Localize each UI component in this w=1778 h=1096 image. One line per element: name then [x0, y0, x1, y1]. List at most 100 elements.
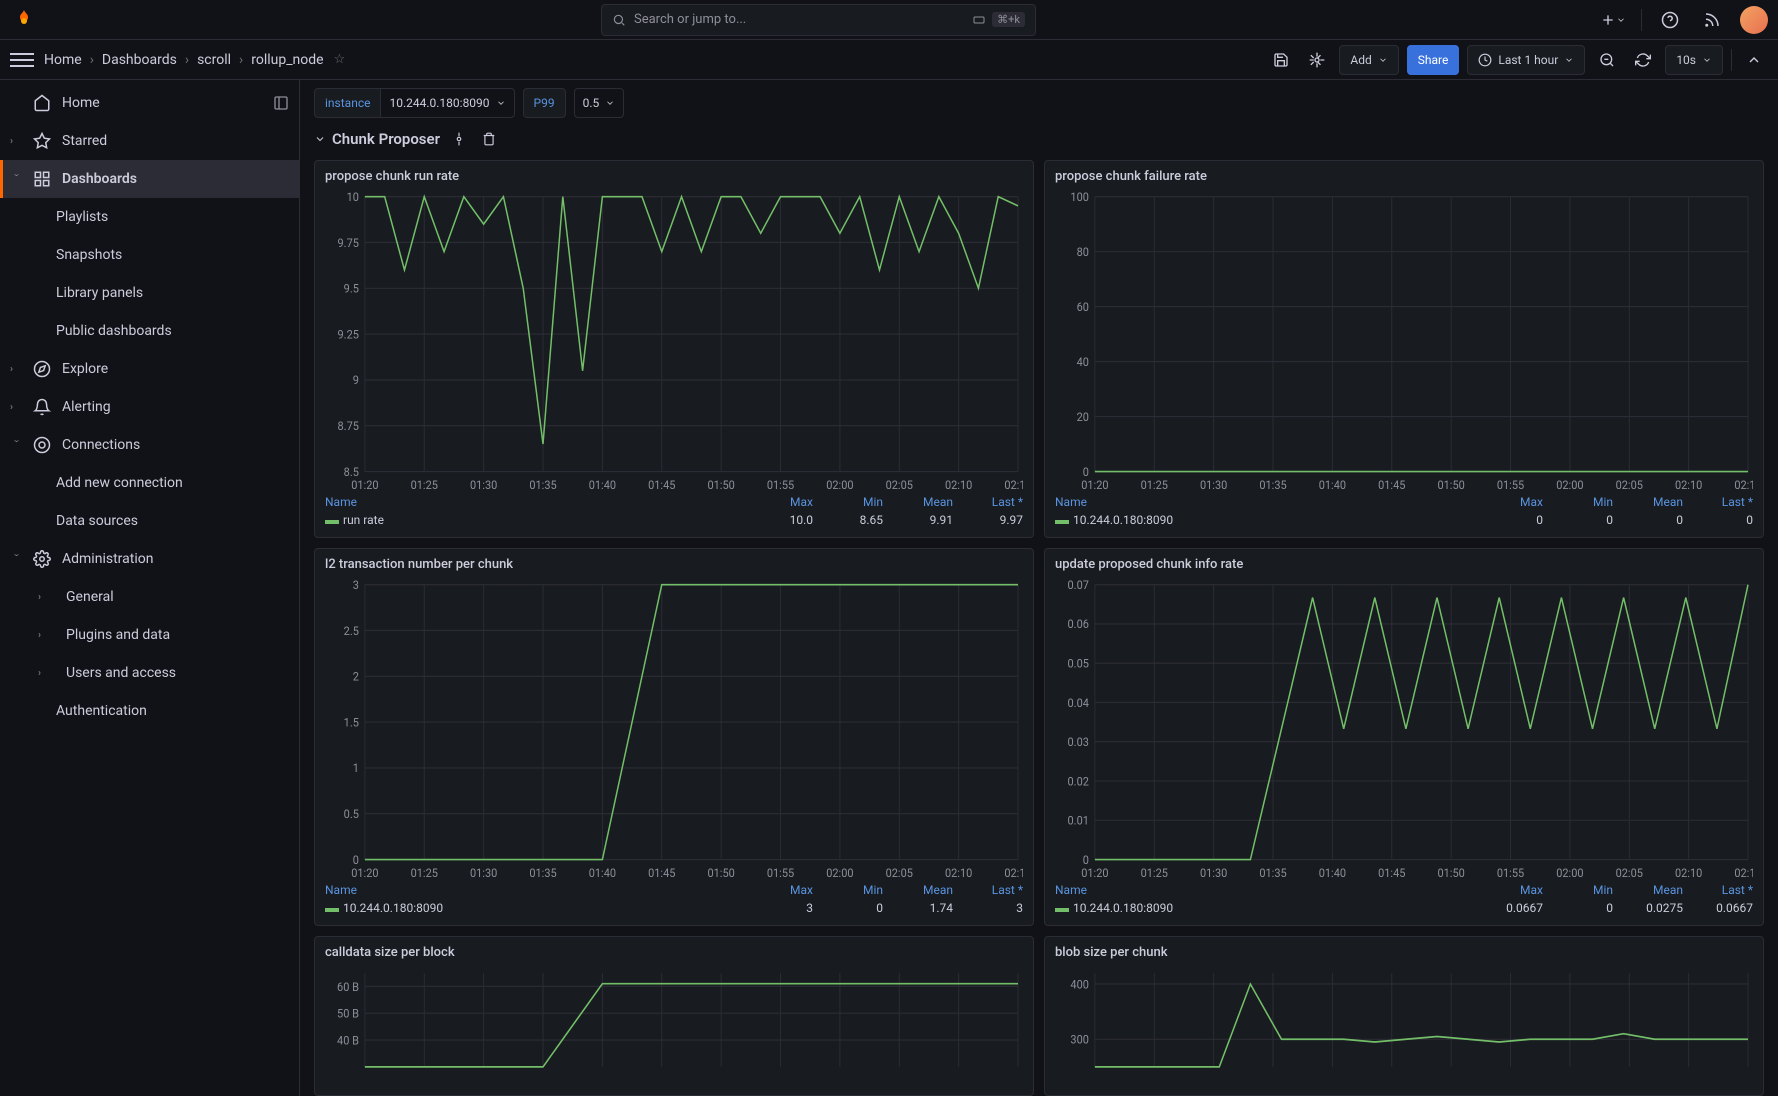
chart[interactable]: 40 B50 B60 B [325, 964, 1023, 1087]
legend-series[interactable]: run rate 10.0 8.65 9.91 9.97 [325, 511, 1023, 529]
zoom-out-icon[interactable] [1593, 46, 1621, 74]
chart[interactable]: 300400 [1055, 964, 1753, 1087]
panel-title: blob size per chunk [1055, 945, 1753, 960]
svg-text:0.01: 0.01 [1068, 813, 1089, 828]
legend-series[interactable]: 10.244.0.180:8090 0.0667 0 0.0275 0.0667 [1055, 899, 1753, 917]
search-input[interactable]: Search or jump to... ⌘+k [601, 4, 1036, 36]
sidebar-item-explore[interactable]: › Explore [0, 350, 299, 388]
svg-text:01:25: 01:25 [411, 477, 438, 491]
crumb-rollup-node[interactable]: rollup_node [251, 52, 323, 68]
legend-series[interactable]: 10.244.0.180:8090 3 0 1.74 3 [325, 899, 1023, 917]
panel-0[interactable]: propose chunk run rate8.58.7599.259.59.7… [314, 160, 1034, 538]
panel-title: update proposed chunk info rate [1055, 557, 1753, 572]
refresh-interval[interactable]: 10s [1665, 45, 1723, 75]
search-placeholder: Search or jump to... [634, 12, 746, 27]
chart[interactable]: 02040608010001:2001:2501:3001:3501:4001:… [1055, 188, 1753, 491]
svg-text:0.5: 0.5 [344, 807, 359, 822]
sidebar-item-plugins[interactable]: ›Plugins and data [0, 616, 299, 654]
sidebar-item-playlists[interactable]: Playlists [0, 198, 299, 236]
sidebar-item-general[interactable]: ›General [0, 578, 299, 616]
svg-text:01:20: 01:20 [351, 865, 378, 879]
svg-text:01:50: 01:50 [1437, 477, 1464, 491]
panel-4[interactable]: calldata size per block40 B50 B60 B [314, 936, 1034, 1096]
sidebar-item-home[interactable]: Home [0, 84, 299, 122]
svg-text:9.25: 9.25 [338, 327, 359, 342]
svg-text:9: 9 [353, 373, 359, 388]
svg-text:01:35: 01:35 [529, 865, 556, 879]
legend-series[interactable]: 10.244.0.180:8090 0 0 0 0 [1055, 511, 1753, 529]
svg-text:02:15: 02:15 [1004, 477, 1023, 491]
panel-1[interactable]: propose chunk failure rate02040608010001… [1044, 160, 1764, 538]
section-toggle[interactable]: Chunk Proposer [314, 130, 440, 148]
chevron-down-icon [1378, 55, 1388, 65]
svg-text:02:10: 02:10 [1675, 477, 1702, 491]
svg-text:3: 3 [353, 578, 359, 593]
svg-text:1: 1 [353, 761, 359, 776]
crumb-dashboards[interactable]: Dashboards [102, 52, 177, 68]
refresh-icon[interactable] [1629, 46, 1657, 74]
share-button[interactable]: Share [1407, 45, 1460, 75]
sidebar-item-auth[interactable]: Authentication [0, 692, 299, 730]
section-trash-icon[interactable] [478, 128, 500, 150]
legend: Name Max Min Mean Last * run rate 10.0 8… [325, 493, 1023, 529]
svg-text:01:55: 01:55 [767, 865, 794, 879]
svg-text:01:45: 01:45 [648, 865, 675, 879]
timerange-picker[interactable]: Last 1 hour [1467, 45, 1585, 75]
chart[interactable]: 00.511.522.5301:2001:2501:3001:3501:4001… [325, 576, 1023, 879]
sidebar-item-users[interactable]: ›Users and access [0, 654, 299, 692]
var-p99-button[interactable]: P99 [523, 88, 566, 118]
svg-text:40: 40 [1077, 354, 1089, 369]
collapse-panel-icon[interactable] [273, 95, 289, 111]
star-icon[interactable]: ☆ [334, 52, 346, 67]
svg-text:01:25: 01:25 [411, 865, 438, 879]
chart[interactable]: 00.010.020.030.040.050.060.0701:2001:250… [1055, 576, 1753, 879]
svg-text:01:35: 01:35 [529, 477, 556, 491]
grafana-logo[interactable] [10, 6, 38, 34]
sidebar-item-alerting[interactable]: › Alerting [0, 388, 299, 426]
gear-icon [32, 550, 52, 568]
svg-text:01:45: 01:45 [1378, 477, 1405, 491]
svg-text:01:40: 01:40 [1319, 865, 1346, 879]
svg-text:01:20: 01:20 [351, 477, 378, 491]
news-icon[interactable] [1698, 6, 1726, 34]
crumb-home[interactable]: Home [44, 52, 82, 68]
add-icon[interactable] [1599, 6, 1627, 34]
sidebar-item-public[interactable]: Public dashboards [0, 312, 299, 350]
svg-text:02:10: 02:10 [945, 865, 972, 879]
svg-text:300: 300 [1070, 1032, 1088, 1047]
save-icon[interactable] [1267, 46, 1295, 74]
sidebar-item-library[interactable]: Library panels [0, 274, 299, 312]
panel-5[interactable]: blob size per chunk 300400 [1044, 936, 1764, 1096]
var-instance-select[interactable]: 10.244.0.180:8090 [380, 88, 514, 118]
top-bar: Search or jump to... ⌘+k [0, 0, 1778, 40]
legend: Name Max Min Mean Last * 10.244.0.180:80… [325, 881, 1023, 917]
svg-text:9.5: 9.5 [344, 281, 359, 296]
svg-text:9.75: 9.75 [338, 235, 359, 250]
panel-3[interactable]: update proposed chunk info rate 00.010.02… [1044, 548, 1764, 926]
sidebar-item-datasources[interactable]: Data sources [0, 502, 299, 540]
chevron-up-icon[interactable] [1740, 46, 1768, 74]
settings-icon[interactable] [1303, 46, 1331, 74]
star-icon [32, 132, 52, 150]
sidebar-item-snapshots[interactable]: Snapshots [0, 236, 299, 274]
sidebar-item-dashboards[interactable]: › Dashboards [0, 160, 299, 198]
panel-2[interactable]: l2 transaction number per chunk00.511.52… [314, 548, 1034, 926]
add-button[interactable]: Add [1339, 45, 1398, 75]
hamburger-icon[interactable] [10, 48, 34, 72]
search-icon [612, 13, 626, 27]
sidebar-item-starred[interactable]: › Starred [0, 122, 299, 160]
section-header: Chunk Proposer [314, 128, 1764, 150]
variable-row: instance 10.244.0.180:8090 P99 0.5 [314, 88, 1764, 118]
chart[interactable]: 8.58.7599.259.59.751001:2001:2501:3001:3… [325, 188, 1023, 491]
crumb-scroll[interactable]: scroll [197, 52, 231, 68]
avatar[interactable] [1740, 6, 1768, 34]
help-icon[interactable] [1656, 6, 1684, 34]
section-settings-icon[interactable] [448, 128, 470, 150]
sidebar-item-admin[interactable]: › Administration [0, 540, 299, 578]
var-p99-select[interactable]: 0.5 [574, 88, 625, 118]
svg-text:01:20: 01:20 [1081, 477, 1108, 491]
sidebar-item-addconn[interactable]: Add new connection [0, 464, 299, 502]
compass-icon [32, 360, 52, 378]
sidebar-item-connections[interactable]: › Connections [0, 426, 299, 464]
bell-icon [32, 398, 52, 416]
